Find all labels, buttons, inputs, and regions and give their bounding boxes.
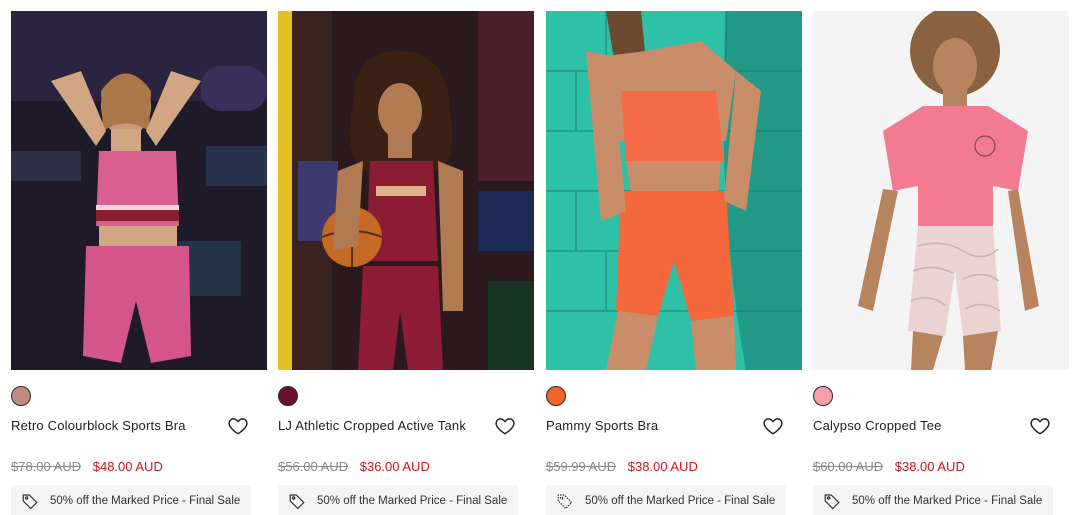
original-price: $59.99 AUD <box>546 459 617 474</box>
product-image[interactable] <box>278 11 534 370</box>
product-card[interactable]: Pammy Sports Bra $59.99 AUD $38.00 AUD 5… <box>546 11 802 515</box>
product-grid: Retro Colourblock Sports Bra $78.00 AUD … <box>0 0 1080 515</box>
product-card[interactable]: Calypso Cropped Tee $60.00 AUD $38.00 AU… <box>813 11 1069 515</box>
original-price: $56.00 AUD <box>278 459 349 474</box>
product-image[interactable] <box>11 11 267 370</box>
promo-badge: 50% off the Marked Price - Final Sale <box>546 485 786 515</box>
product-name[interactable]: Pammy Sports Bra <box>546 418 658 433</box>
color-swatch[interactable] <box>278 386 298 406</box>
promo-text: 50% off the Marked Price - Final Sale <box>50 495 241 507</box>
product-name[interactable]: LJ Athletic Cropped Active Tank <box>278 418 466 433</box>
promo-badge: 50% off the Marked Price - Final Sale <box>813 485 1053 515</box>
heart-icon[interactable] <box>762 415 784 437</box>
heart-icon[interactable] <box>494 415 516 437</box>
product-card[interactable]: LJ Athletic Cropped Active Tank $56.00 A… <box>278 11 534 515</box>
tag-icon <box>22 494 38 510</box>
sale-price: $48.00 AUD <box>92 459 163 474</box>
tag-icon <box>557 494 573 510</box>
color-swatch[interactable] <box>546 386 566 406</box>
product-card[interactable]: Retro Colourblock Sports Bra $78.00 AUD … <box>11 11 267 515</box>
promo-text: 50% off the Marked Price - Final Sale <box>585 495 776 507</box>
price-block: $59.99 AUD $38.00 AUD <box>546 459 698 474</box>
product-image[interactable] <box>813 11 1069 370</box>
color-swatch[interactable] <box>813 386 833 406</box>
promo-text: 50% off the Marked Price - Final Sale <box>852 495 1043 507</box>
color-swatch[interactable] <box>11 386 31 406</box>
promo-badge: 50% off the Marked Price - Final Sale <box>278 485 518 515</box>
product-name[interactable]: Retro Colourblock Sports Bra <box>11 418 186 433</box>
product-image[interactable] <box>546 11 802 370</box>
heart-icon[interactable] <box>1029 415 1051 437</box>
original-price: $78.00 AUD <box>11 459 82 474</box>
product-name[interactable]: Calypso Cropped Tee <box>813 418 942 433</box>
promo-text: 50% off the Marked Price - Final Sale <box>317 495 508 507</box>
original-price: $60.00 AUD <box>813 459 884 474</box>
price-block: $60.00 AUD $38.00 AUD <box>813 459 965 474</box>
tag-icon <box>289 494 305 510</box>
sale-price: $38.00 AUD <box>894 459 965 474</box>
price-block: $78.00 AUD $48.00 AUD <box>11 459 163 474</box>
tag-icon <box>824 494 840 510</box>
price-block: $56.00 AUD $36.00 AUD <box>278 459 430 474</box>
sale-price: $36.00 AUD <box>359 459 430 474</box>
sale-price: $38.00 AUD <box>627 459 698 474</box>
promo-badge: 50% off the Marked Price - Final Sale <box>11 485 251 515</box>
heart-icon[interactable] <box>227 415 249 437</box>
